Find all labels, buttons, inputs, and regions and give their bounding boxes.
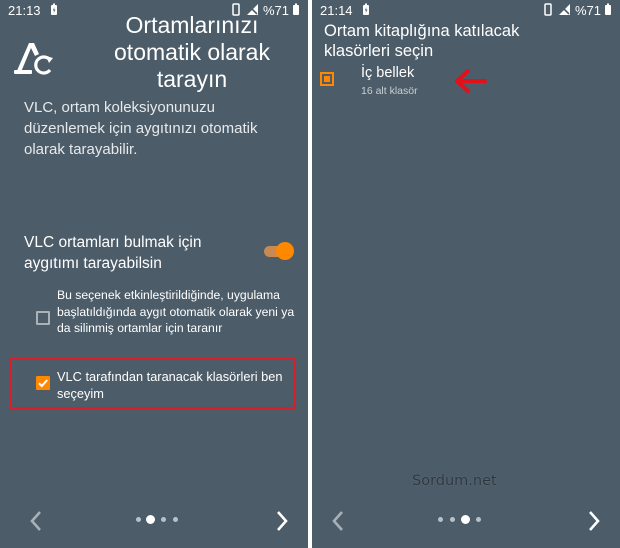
chevron-right-icon: [589, 511, 600, 531]
check-icon: [38, 379, 48, 388]
status-time: 21:14: [320, 3, 353, 18]
red-arrow-icon: [455, 69, 487, 93]
toggle-knob: [276, 242, 294, 260]
choose-folders-option-label: VLC tarafından taranacak klasörleri ben …: [57, 369, 283, 401]
chevron-left-icon: [30, 511, 41, 531]
page-title: Ortam kitaplığına katılacak klasörleri s…: [324, 22, 520, 60]
page-dot: [450, 517, 455, 522]
page-dot: [438, 517, 443, 522]
previous-button[interactable]: [28, 510, 44, 537]
chevron-right-icon: [277, 511, 288, 531]
page-title: Ortamlarınızı otomatik olarak tarayın: [114, 12, 270, 92]
battery-charging-icon: [50, 3, 58, 19]
page-dot: [136, 517, 141, 522]
auto-scan-option-label: Bu seçenek etkinleştirildiğinde, uygulam…: [57, 288, 295, 335]
folder-checkbox[interactable]: [320, 72, 334, 86]
description-text: VLC, ortam koleksiyonunuzu düzenlemek iç…: [24, 99, 258, 158]
battery-percent: %71: [575, 3, 602, 18]
left-screen: 21:13 %71 Ortamlarınızı otomatik olarak …: [0, 0, 308, 548]
scan-setting-label: VLC ortamları bulmak için aygıtımı taray…: [24, 234, 202, 272]
page-indicator: [134, 515, 184, 525]
auto-scan-checkbox[interactable]: [36, 311, 50, 325]
vibrate-icon: [543, 3, 553, 19]
status-bar: 21:14 %71: [312, 0, 620, 20]
folder-subfolder-count: 16 alt klasör: [361, 85, 418, 97]
battery-icon: [604, 3, 612, 19]
scan-toggle[interactable]: [262, 241, 294, 261]
right-screen: 21:14 %71 Ortam kitaplığına katılacak kl…: [312, 0, 620, 548]
folder-checkbox-mark: [324, 76, 330, 82]
choose-folders-checkbox[interactable]: [36, 376, 50, 390]
battery-charging-icon: [362, 3, 370, 19]
page-dot: [173, 517, 178, 522]
page-dot-active: [146, 515, 155, 524]
status-time: 21:13: [8, 3, 41, 18]
chevron-left-icon: [332, 511, 343, 531]
page-indicator: [436, 515, 486, 525]
no-signal-icon: [558, 3, 571, 19]
previous-button[interactable]: [330, 510, 346, 537]
next-button[interactable]: [274, 510, 290, 537]
next-button[interactable]: [586, 510, 602, 537]
watermark: Sordum.net: [412, 473, 497, 489]
folder-name[interactable]: İç bellek: [361, 65, 414, 81]
vlc-cone-icon: [14, 43, 53, 75]
page-dot-active: [461, 515, 470, 524]
page-dot: [476, 517, 481, 522]
page-dot: [161, 517, 166, 522]
